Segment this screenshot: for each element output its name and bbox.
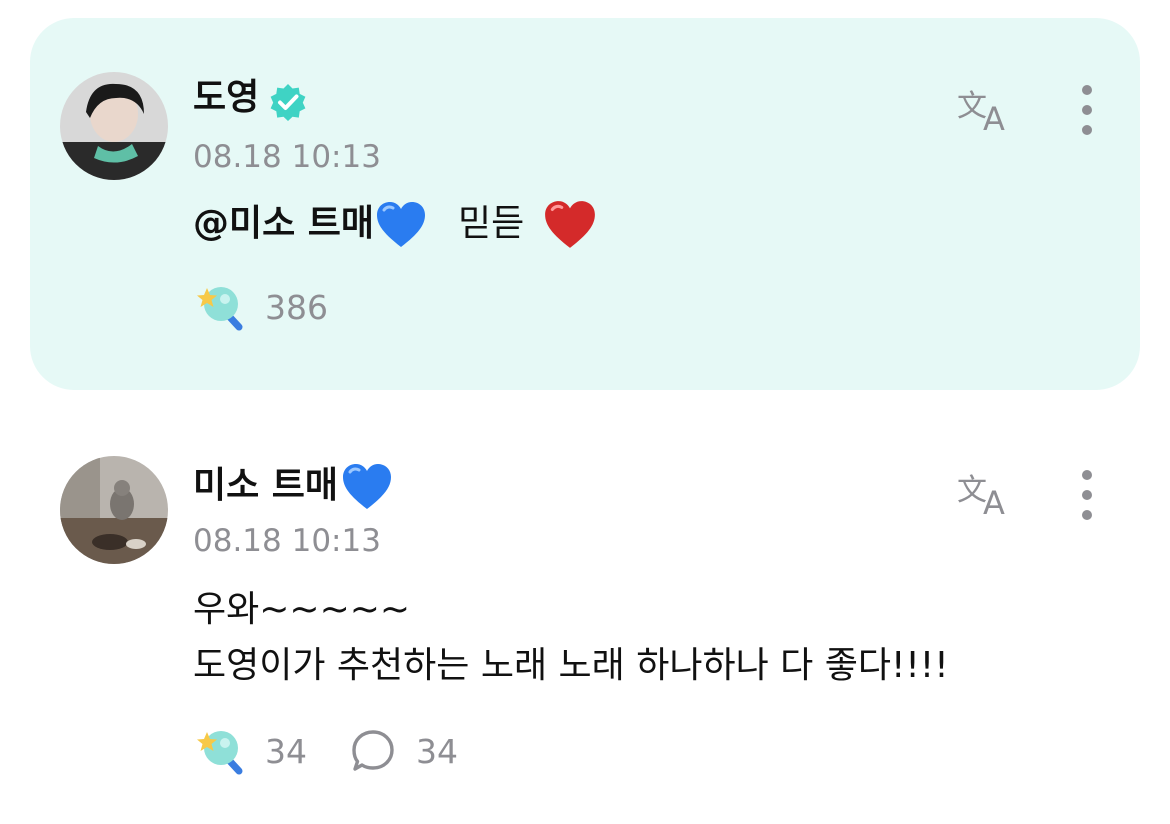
translate-icon[interactable]: 文 A	[955, 82, 1019, 134]
reaction-button[interactable]: 386	[193, 282, 328, 332]
avatar[interactable]	[60, 72, 168, 180]
svg-text:A: A	[983, 100, 1005, 134]
blue-heart-icon	[377, 202, 426, 247]
verified-badge-icon	[270, 84, 306, 121]
more-vertical-icon[interactable]	[1077, 83, 1097, 137]
reply-button[interactable]: 34	[350, 726, 458, 776]
reaction-count: 386	[265, 287, 328, 327]
svg-text:A: A	[983, 484, 1005, 518]
comment-body: 우와~~~~~ 도영이가 추천하는 노래 노래 하나하나 다 좋다!!!!	[193, 582, 949, 694]
avatar[interactable]	[60, 456, 168, 564]
comment-text-line: 도영이가 추천하는 노래 노래 하나하나 다 좋다!!!!	[193, 645, 949, 686]
star-lollipop-reaction-icon	[197, 287, 243, 331]
comment-author-name[interactable]: 도영	[193, 76, 259, 120]
comment-text: 믿듣	[458, 203, 525, 244]
comment-timestamp: 08.18 10:13	[193, 139, 381, 175]
comment-body: @미소 트매 믿듣	[193, 198, 598, 251]
comment-bubble-icon	[352, 730, 394, 771]
comment-timestamp: 08.18 10:13	[193, 523, 381, 559]
mention-link[interactable]: @미소 트매	[193, 203, 374, 244]
red-heart-icon	[545, 201, 596, 248]
translate-icon[interactable]: 文 A	[955, 466, 1019, 518]
comment-count: 34	[416, 731, 458, 771]
comment-thread: 도영 08.18 10:13 @미소 트매 믿듣 文 A 386 미소 트매 0…	[0, 0, 1170, 824]
blue-heart-icon	[343, 464, 392, 509]
comment-text-line: 우와~~~~~	[193, 589, 411, 630]
star-lollipop-reaction-icon	[197, 731, 243, 775]
comment-author-name[interactable]: 미소 트매	[193, 462, 394, 512]
reaction-button[interactable]: 34	[193, 726, 307, 776]
more-vertical-icon[interactable]	[1077, 468, 1097, 522]
author-name-text: 미소 트매	[193, 465, 339, 506]
reaction-count: 34	[265, 731, 307, 771]
